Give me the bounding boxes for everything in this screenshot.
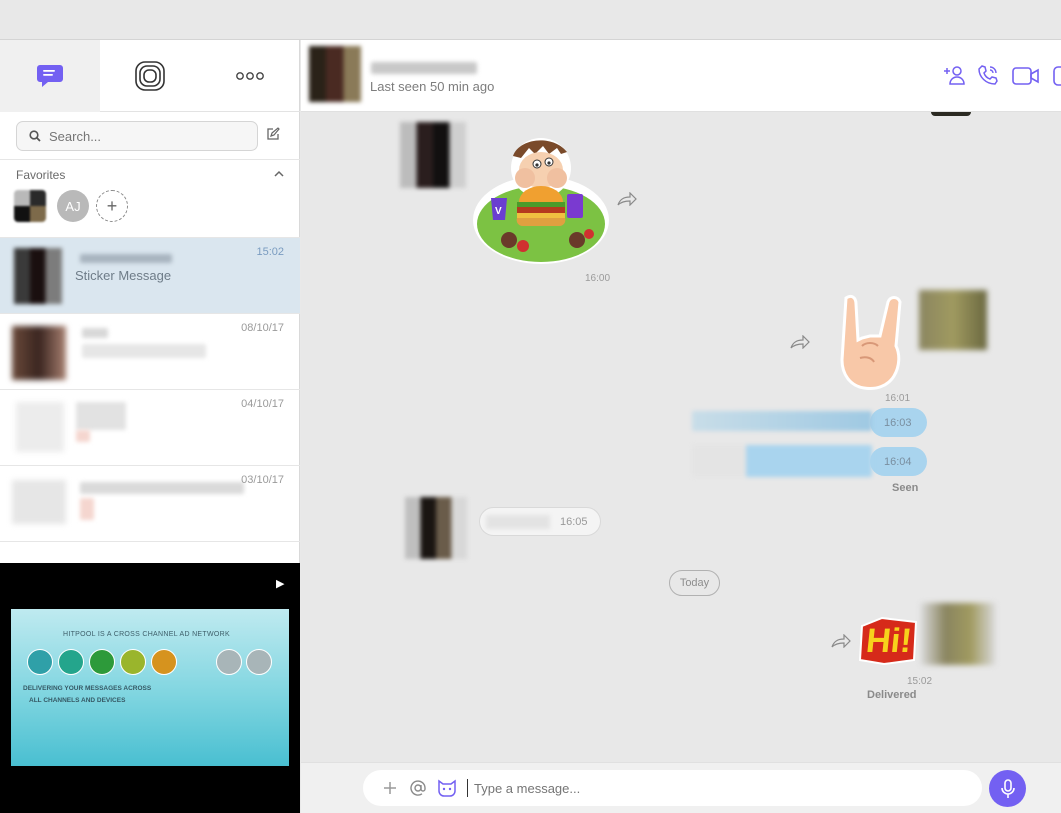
video-call-icon[interactable] bbox=[1012, 67, 1040, 85]
chat-time: 08/10/17 bbox=[241, 322, 284, 334]
favorites-title: Favorites bbox=[16, 168, 66, 182]
sidebar-tabs bbox=[0, 40, 300, 112]
play-icon[interactable]: ▶ bbox=[276, 577, 284, 590]
favorite-avatar[interactable] bbox=[14, 190, 46, 222]
chat-icon bbox=[37, 65, 63, 87]
text-cursor bbox=[467, 779, 468, 797]
sidebar: Favorites AJ + Sticker Message 15:02 08/… bbox=[0, 40, 300, 813]
favorite-avatar-initials[interactable]: AJ bbox=[57, 190, 89, 222]
message-input[interactable] bbox=[474, 780, 954, 796]
video-circle bbox=[27, 649, 53, 675]
search-box[interactable] bbox=[16, 121, 258, 151]
seen-status: Seen bbox=[892, 482, 919, 494]
message-composer bbox=[301, 762, 1061, 813]
more-icon bbox=[236, 72, 264, 80]
plus-icon[interactable] bbox=[383, 781, 397, 795]
contact-avatar[interactable] bbox=[309, 46, 361, 102]
video-text-line: DELIVERING YOUR MESSAGES ACROSS bbox=[23, 685, 152, 692]
chat-time: 15:02 bbox=[256, 246, 284, 258]
chevron-up-icon[interactable] bbox=[274, 170, 284, 178]
compose-icon[interactable] bbox=[266, 127, 280, 141]
chat-preview-blurred bbox=[80, 498, 94, 520]
message-time: 16:05 bbox=[560, 515, 588, 528]
message-field[interactable] bbox=[363, 770, 982, 806]
video-circle bbox=[246, 649, 272, 675]
microphone-icon bbox=[1000, 778, 1015, 798]
message-time: 16:03 bbox=[884, 416, 912, 429]
video-circle bbox=[58, 649, 84, 675]
sender-avatar bbox=[919, 290, 987, 350]
delivered-status: Delivered bbox=[867, 689, 917, 701]
burger-sticker[interactable]: V bbox=[469, 128, 613, 268]
contact-name-blurred bbox=[80, 254, 172, 263]
forward-icon[interactable] bbox=[831, 634, 851, 648]
conversation-pane: Last seen 50 min ago V 16:00 16:01 16:03… bbox=[301, 40, 1061, 813]
video-circle bbox=[216, 649, 242, 675]
voice-message-button[interactable] bbox=[989, 770, 1026, 807]
avatar bbox=[12, 480, 66, 524]
video-circle bbox=[89, 649, 115, 675]
date-divider: Today bbox=[669, 570, 720, 596]
mention-icon[interactable] bbox=[409, 779, 427, 797]
chat-preview: Sticker Message bbox=[75, 268, 172, 283]
svg-text:V: V bbox=[495, 206, 502, 217]
sticker-partial bbox=[931, 112, 971, 116]
chat-time: 03/10/17 bbox=[241, 474, 284, 486]
conversation-info-icon[interactable] bbox=[1053, 66, 1061, 86]
contact-name-blurred bbox=[76, 402, 126, 430]
chat-preview-blurred bbox=[82, 344, 206, 358]
video-frame: HITPOOL IS A CROSS CHANNEL AD NETWORK DE… bbox=[11, 609, 289, 766]
stories-icon bbox=[135, 61, 165, 91]
tab-more[interactable] bbox=[200, 40, 300, 112]
rock-hand-sticker[interactable] bbox=[832, 294, 916, 390]
call-icon[interactable] bbox=[977, 64, 999, 86]
message-text-blurred bbox=[486, 514, 550, 529]
search-bar bbox=[0, 112, 300, 160]
sender-avatar bbox=[405, 497, 467, 559]
chat-time: 04/10/17 bbox=[241, 398, 284, 410]
sticker-icon[interactable] bbox=[437, 779, 457, 797]
sender-avatar bbox=[921, 603, 995, 665]
message-time: 16:01 bbox=[885, 393, 911, 404]
conversation-header: Last seen 50 min ago bbox=[301, 40, 1061, 112]
incoming-message[interactable]: 16:05 bbox=[479, 507, 601, 536]
forward-icon[interactable] bbox=[617, 192, 637, 206]
video-title: HITPOOL IS A CROSS CHANNEL AD NETWORK bbox=[63, 631, 230, 638]
add-favorite-button[interactable]: + bbox=[96, 190, 128, 222]
message-text-blurred bbox=[692, 411, 872, 431]
video-text-line: ALL CHANNELS AND DEVICES bbox=[29, 697, 126, 704]
contact-name-blurred[interactable] bbox=[371, 62, 477, 74]
message-time: 16:00 bbox=[585, 273, 611, 284]
video-circle bbox=[120, 649, 146, 675]
avatar bbox=[14, 248, 62, 304]
hi-sticker-text: Hi! bbox=[864, 622, 914, 660]
search-icon bbox=[29, 130, 41, 142]
chat-list-item[interactable]: 03/10/17 bbox=[0, 466, 300, 542]
message-time: 16:04 bbox=[884, 455, 912, 468]
forward-icon[interactable] bbox=[790, 335, 810, 349]
add-participant-icon[interactable] bbox=[943, 64, 967, 86]
contact-name-blurred bbox=[82, 328, 108, 338]
last-seen-status: Last seen 50 min ago bbox=[370, 79, 495, 94]
video-ad[interactable]: ▶ HITPOOL IS A CROSS CHANNEL AD NETWORK … bbox=[0, 563, 300, 813]
chat-list-item[interactable]: 04/10/17 bbox=[0, 390, 300, 466]
outgoing-message[interactable]: 16:04 bbox=[870, 447, 927, 476]
favorites-section: Favorites AJ + bbox=[0, 160, 300, 238]
search-input[interactable] bbox=[49, 128, 239, 144]
hi-sticker[interactable]: Hi! bbox=[858, 616, 920, 666]
chat-preview-blurred bbox=[76, 430, 90, 442]
window-titlebar bbox=[0, 0, 1061, 40]
sender-avatar bbox=[400, 122, 466, 188]
outgoing-message[interactable]: 16:03 bbox=[870, 408, 927, 437]
chat-list-item[interactable]: Sticker Message 15:02 bbox=[0, 238, 300, 314]
avatar bbox=[16, 402, 64, 452]
video-circle bbox=[151, 649, 177, 675]
avatar bbox=[12, 326, 66, 380]
message-text-blurred bbox=[692, 445, 872, 477]
contact-name-blurred bbox=[80, 482, 244, 494]
message-time: 15:02 bbox=[907, 676, 933, 687]
chat-list-item[interactable]: 08/10/17 bbox=[0, 314, 300, 390]
tab-stories[interactable] bbox=[100, 40, 200, 112]
tab-chats[interactable] bbox=[0, 40, 100, 112]
